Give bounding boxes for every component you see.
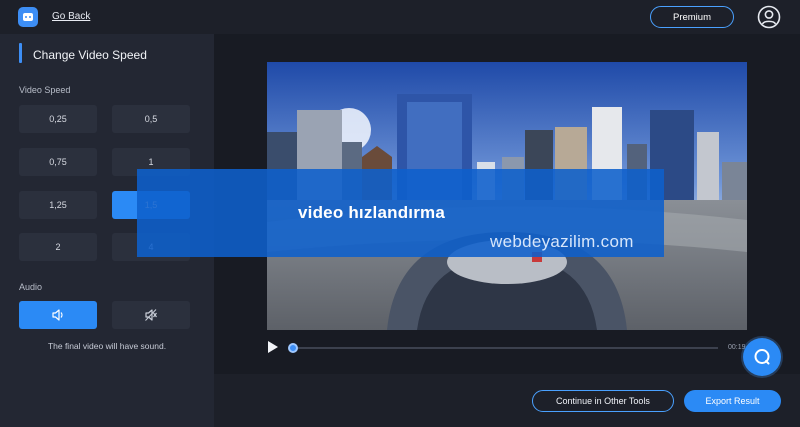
play-icon[interactable] — [268, 341, 278, 353]
user-circle-icon[interactable] — [757, 5, 781, 29]
speaker-mute-icon — [145, 309, 157, 321]
go-back-link[interactable]: Go Back — [52, 11, 90, 22]
continue-in-other-tools-button[interactable]: Continue in Other Tools — [532, 390, 674, 412]
panel-accent-bar — [19, 43, 22, 63]
speed-option-1-25[interactable]: 1,25 — [19, 191, 97, 219]
export-result-button[interactable]: Export Result — [684, 390, 781, 412]
speed-option-0-25[interactable]: 0,25 — [19, 105, 97, 133]
audio-off-button[interactable] — [112, 301, 190, 329]
audio-on-button[interactable] — [19, 301, 97, 329]
top-bar: Go Back Premium — [0, 0, 800, 34]
speed-option-0-75[interactable]: 0,75 — [19, 148, 97, 176]
watermark-title: video hızlandırma — [298, 203, 445, 222]
panel-title: Change Video Speed — [33, 48, 147, 62]
audio-label: Audio — [19, 282, 43, 292]
time-display: 00:19 — [728, 344, 746, 351]
progress-thumb[interactable] — [288, 343, 298, 353]
chat-bubble-icon[interactable] — [743, 338, 781, 376]
speed-option-2[interactable]: 2 — [19, 233, 97, 261]
speaker-on-icon — [52, 309, 63, 321]
audio-note: The final video will have sound. — [47, 341, 167, 351]
video-speed-label: Video Speed — [19, 85, 71, 95]
watermark-site: webdeyazilim.com — [490, 232, 634, 251]
speed-option-0-5[interactable]: 0,5 — [112, 105, 190, 133]
app-logo-icon — [18, 7, 38, 27]
progress-track[interactable] — [294, 347, 718, 349]
premium-button[interactable]: Premium — [650, 6, 734, 28]
